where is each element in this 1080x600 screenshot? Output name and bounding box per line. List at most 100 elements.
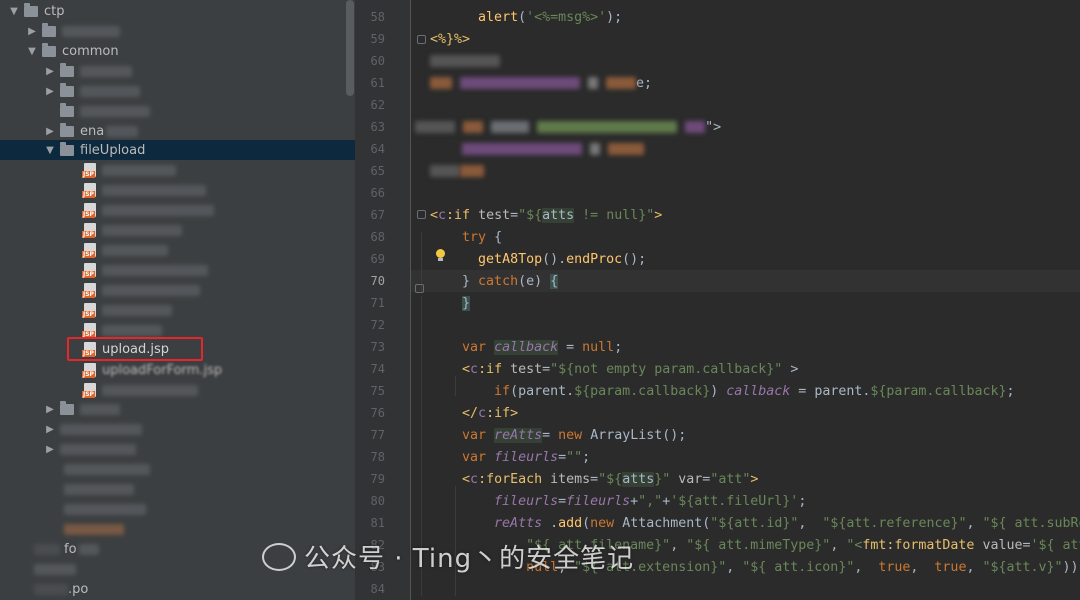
code-line-58: alert('<%=msg%>'); (478, 10, 623, 25)
chevron-right-icon[interactable]: ▶ (44, 65, 56, 77)
redacted-label (34, 563, 76, 575)
chevron-down-icon[interactable]: ▼ (44, 144, 56, 156)
tree-item[interactable]: ▶ (0, 61, 355, 81)
chevron-down-icon[interactable]: ▼ (26, 45, 38, 57)
redacted-label (64, 523, 124, 535)
code-line-65 (430, 162, 484, 182)
jsp-file-icon (82, 323, 96, 338)
tree-item[interactable]: ▶ (0, 399, 355, 419)
line-number: 61 (370, 76, 385, 90)
line-number: 69 (370, 252, 385, 266)
fold-marker-icon[interactable] (417, 210, 426, 219)
folder-icon (60, 122, 74, 137)
line-number: 66 (370, 186, 385, 200)
code-line-71: } (462, 296, 471, 311)
tree-file[interactable] (0, 160, 355, 180)
jsp-file-icon (82, 303, 96, 318)
code-line-78: var fileurls=""; (462, 450, 591, 465)
gutter-divider (410, 0, 411, 600)
tree-file[interactable] (0, 220, 355, 240)
tree-item-label: ena (80, 123, 105, 139)
line-number: 70 (370, 274, 385, 288)
tree-item[interactable]: .po (0, 579, 355, 599)
tree-item[interactable] (0, 101, 355, 121)
line-number: 77 (370, 428, 385, 442)
code-line-63: "> (415, 118, 721, 138)
chevron-right-icon[interactable]: ▶ (44, 85, 56, 97)
folder-icon (60, 141, 74, 156)
tree-item-fileupload[interactable]: ▼ fileUpload (0, 140, 355, 160)
redacted-label (102, 284, 200, 296)
fold-marker-icon[interactable] (415, 284, 424, 293)
tree-file[interactable] (0, 300, 355, 320)
line-number: 75 (370, 384, 385, 398)
redacted-label (64, 483, 134, 495)
redacted-label (106, 125, 139, 137)
jsp-file-icon (82, 183, 96, 198)
tree-item[interactable] (0, 519, 355, 539)
watermark-text: 公众号 · Ting丶的安全笔记 (304, 544, 635, 574)
tree-item[interactable]: ▶ ena (0, 121, 355, 141)
folder-icon (60, 62, 74, 77)
tree-file[interactable] (0, 180, 355, 200)
line-number: 81 (370, 516, 385, 530)
tree-item-root[interactable]: ▼ ctp (0, 1, 355, 21)
line-number: 59 (370, 32, 385, 46)
redacted-label (102, 164, 176, 176)
redacted-label (102, 244, 168, 256)
code-line-75: if(parent.${param.callback}) callback = … (494, 384, 1015, 399)
redacted-label (80, 85, 140, 97)
fold-marker-icon[interactable] (417, 35, 426, 44)
code-line-70: } catch(e) { (430, 274, 559, 289)
jsp-file-icon (82, 243, 96, 258)
chevron-right-icon[interactable]: ▶ (44, 423, 56, 435)
line-number: 73 (370, 340, 385, 354)
tree-item-label: fileUpload (80, 142, 146, 158)
redacted-label (102, 384, 198, 396)
highlight-box (67, 337, 203, 361)
tree-item[interactable]: ▶ (0, 81, 355, 101)
jsp-file-icon (82, 263, 96, 278)
tree-item[interactable] (0, 499, 355, 519)
code-line-60 (430, 52, 500, 72)
tree-item[interactable]: ▶ (0, 21, 355, 41)
code-line-61: e; (430, 74, 652, 94)
tree-file[interactable] (0, 280, 355, 300)
chevron-down-icon[interactable]: ▼ (8, 5, 20, 17)
tree-item-label: fo (64, 541, 77, 557)
tree-item[interactable] (0, 479, 355, 499)
chevron-right-icon[interactable] (44, 105, 56, 117)
ide-window: ▼ ctp ▶ ▼ common ▶ ▶ ▶ ena ▼ fileUpload … (0, 0, 1080, 600)
jsp-file-icon (82, 203, 96, 218)
chevron-right-icon[interactable]: ▶ (26, 25, 38, 37)
line-number: 67 (370, 208, 385, 222)
tree-item[interactable]: ▶ (0, 439, 355, 459)
project-tree: ▼ ctp ▶ ▼ common ▶ ▶ ▶ ena ▼ fileUpload … (0, 0, 355, 600)
redacted-label (62, 25, 120, 37)
tree-file[interactable] (0, 260, 355, 280)
chevron-right-icon[interactable]: ▶ (44, 125, 56, 137)
tree-file[interactable] (0, 200, 355, 220)
wechat-icon (262, 543, 296, 571)
code-line-77: var reAtts= new ArrayList(); (462, 428, 687, 443)
line-number: 84 (370, 582, 385, 596)
line-number: 65 (370, 164, 385, 178)
redacted-label (34, 543, 60, 555)
code-line-59: <%}%> (430, 32, 471, 47)
tree-item[interactable] (0, 459, 355, 479)
tree-item[interactable]: ▶ (0, 419, 355, 439)
chevron-right-icon[interactable]: ▶ (44, 443, 56, 455)
line-number: 68 (370, 230, 385, 244)
tree-file[interactable] (0, 380, 355, 400)
chevron-right-icon[interactable]: ▶ (44, 403, 56, 415)
code-line-68: try { (462, 230, 503, 245)
tree-item-label: .po (68, 581, 89, 597)
tree-file[interactable] (0, 240, 355, 260)
line-number: 62 (370, 98, 385, 112)
tree-file[interactable]: uploadForForm.jsp (0, 360, 355, 380)
tree-item-common[interactable]: ▼ common (0, 41, 355, 61)
redacted-label (64, 463, 150, 475)
redacted-label (102, 324, 162, 336)
code-editor[interactable]: 58 59 60 61 62 63 64 65 66 67 68 69 70 71 72 73 74 75 76 77… (355, 0, 1080, 600)
folder-icon (42, 42, 56, 57)
